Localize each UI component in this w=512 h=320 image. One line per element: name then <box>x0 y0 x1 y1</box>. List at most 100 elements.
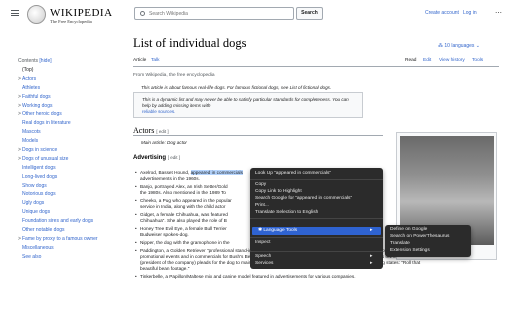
submenu-define-google[interactable]: Define on Google <box>390 226 427 233</box>
tab-read[interactable]: Read <box>405 58 416 63</box>
sidebar-item[interactable]: Other notable dogs <box>18 226 118 235</box>
list-item: service in India, along with the child a… <box>140 204 226 209</box>
sidebar-item[interactable]: >Faithful dogs <box>18 93 118 102</box>
dynamic-list-text: This is a dynamic list and may never be … <box>142 97 349 108</box>
sidebar-item-label: Actors <box>22 75 37 82</box>
reliable-sources-link[interactable]: reliable sources. <box>142 109 175 114</box>
wikipedia-globe-logo[interactable] <box>27 5 46 24</box>
sidebar-item-label: Long-lived dogs <box>22 173 58 180</box>
menu-services[interactable]: Services <box>255 260 273 267</box>
sidebar-item-label: Other notable dogs <box>22 227 65 234</box>
menu-translate-selection[interactable]: Translate Selection to English <box>255 209 318 216</box>
menu-divider <box>250 179 383 180</box>
sidebar-item[interactable]: Miscellaneous <box>18 244 118 253</box>
menu-copy[interactable]: Copy <box>255 181 266 188</box>
submenu-extension-settings[interactable]: Extension Settings <box>390 247 430 254</box>
search-input[interactable] <box>149 9 289 19</box>
sidebar-item-label: Other heroic dogs <box>22 111 62 118</box>
sidebar-item[interactable]: >Actors <box>18 75 118 84</box>
menu-divider <box>250 237 383 238</box>
sidebar-item[interactable]: Long-lived dogs <box>18 173 118 182</box>
create-account-link[interactable]: Create account <box>425 10 459 16</box>
list-item: Chihuahua". She also played the role of … <box>140 218 227 223</box>
speech-arrow-icon: ▸ <box>370 254 373 259</box>
sidebar-item[interactable]: See also <box>18 253 118 262</box>
sidebar-item[interactable]: >Dogs of unusual size <box>18 155 118 164</box>
section-heading-advertising: Advertising [ edit ] <box>133 155 180 161</box>
sidebar-item-label: Real dogs in literature <box>22 120 71 127</box>
menu-divider <box>250 251 383 252</box>
top-bar: WIKIPEDIA The Free Encyclopedia Search C… <box>0 0 512 27</box>
more-options-icon[interactable]: ⋯ <box>495 9 502 17</box>
menu-print[interactable]: Print... <box>255 202 269 209</box>
sidebar-item[interactable]: Ugly dogs <box>18 199 118 208</box>
sidebar-item[interactable]: Athletes <box>18 84 118 93</box>
wikipedia-tagline: The Free Encyclopedia <box>50 19 92 24</box>
list-item: the 1980s. Also mentioned in the 1989 To <box>140 190 226 195</box>
sidebar-item[interactable]: Real dogs in literature <box>18 119 118 128</box>
menu-copy-link-highlight[interactable]: Copy Link to Highlight <box>255 188 302 195</box>
table-of-contents: Contents [hide] (Top) >Actors Athletes >Fai… <box>18 58 118 262</box>
dynamic-list-notice: This is a dynamic list and may never be … <box>133 92 363 118</box>
sidebar-item-label: Mascots <box>22 129 41 136</box>
context-menu-lower: Speech ▸ Services ▸ <box>250 251 383 269</box>
sidebar-item-label: (Top) <box>22 67 34 73</box>
sidebar-item-label: Working dogs <box>22 102 53 109</box>
submenu-translate[interactable]: Translate <box>390 240 410 247</box>
main-article-note: Main article: Dog actor <box>141 140 187 145</box>
list-item: Budweiser spokes-dog. <box>140 232 189 237</box>
sidebar-item[interactable]: Models <box>18 137 118 146</box>
sidebar-item-label: Faithful dogs <box>22 93 51 100</box>
sidebar-item[interactable]: Show dogs <box>18 182 118 191</box>
advertising-edit-link[interactable]: [ edit ] <box>168 155 180 160</box>
search-button[interactable]: Search <box>296 7 323 20</box>
toc-hide-link[interactable]: [hide] <box>39 58 51 64</box>
submenu-search-powerthesaurus[interactable]: Search on PowerThesaurus <box>390 233 449 240</box>
sidebar-item[interactable]: Unique dogs <box>18 208 118 217</box>
sidebar-item-label: Intelligent dogs <box>22 164 56 171</box>
text-selection: appeared in commercials <box>190 170 243 175</box>
sidebar-item-label: Dogs of unusual size <box>22 155 69 162</box>
main-menu-icon[interactable] <box>11 10 19 16</box>
search-icon <box>140 11 145 16</box>
language-selector[interactable]: ⁂ 10 languages ⌄ <box>438 43 480 49</box>
sidebar-item-label: Athletes <box>22 84 41 91</box>
section-heading-actors: Actors [ edit ] <box>133 126 383 136</box>
sidebar-item[interactable]: >Fame by proxy to a famous owner <box>18 235 118 244</box>
menu-look-up[interactable]: Look Up “appeared in commercials” <box>255 170 331 177</box>
search-box[interactable] <box>134 7 294 20</box>
sidebar-item[interactable]: >Other heroic dogs <box>18 110 118 119</box>
sidebar-item-label: Models <box>22 138 39 145</box>
article-body: List of individual dogs ⁂ 10 languages ⌄… <box>133 36 499 280</box>
sidebar-item-label: Ugly dogs <box>22 200 45 207</box>
page-tabs: Article Talk Read Edit View history Tool… <box>133 58 499 67</box>
sidebar-item[interactable]: >Working dogs <box>18 102 118 111</box>
sidebar-item[interactable]: Foundation sires and early dogs <box>18 217 118 226</box>
log-in-link[interactable]: Log in <box>463 10 477 16</box>
sidebar-item[interactable]: Intelligent dogs <box>18 164 118 173</box>
tab-edit[interactable]: Edit <box>423 58 431 63</box>
menu-language-tools[interactable]: ✱ Language Tools <box>258 227 297 234</box>
sidebar-item[interactable]: Mascots <box>18 128 118 137</box>
tab-talk[interactable]: Talk <box>151 58 160 63</box>
list-item: advertisements in the 1960s. <box>140 176 200 181</box>
actors-edit-link[interactable]: [ edit ] <box>156 129 168 134</box>
toc-header: Contents [hide] <box>18 58 118 66</box>
sidebar-item[interactable]: (Top) <box>18 66 118 75</box>
wikipedia-wordmark[interactable]: WIKIPEDIA <box>50 7 113 19</box>
sidebar-item-label: Notorious dogs <box>22 191 56 198</box>
tab-article[interactable]: Article <box>133 58 146 63</box>
tab-view-history[interactable]: View history <box>439 58 465 63</box>
sidebar-item-label: Miscellaneous <box>22 244 54 251</box>
hatnote-fictional: This article is about famous real-life d… <box>141 85 332 90</box>
menu-inspect[interactable]: Inspect <box>255 239 270 246</box>
sidebar-item-label: See also <box>22 253 42 260</box>
services-arrow-icon: ▸ <box>370 261 373 266</box>
menu-search-google[interactable]: Search Google for “appeared in commercia… <box>255 195 352 202</box>
submenu-arrow-icon: ▸ <box>370 228 373 233</box>
menu-speech[interactable]: Speech <box>255 253 271 260</box>
sidebar-item[interactable]: >Dogs in science <box>18 146 118 155</box>
sidebar-item[interactable]: Notorious dogs <box>18 190 118 199</box>
tab-tools[interactable]: Tools <box>472 58 483 63</box>
sidebar-item-label: Dogs in science <box>22 147 58 154</box>
